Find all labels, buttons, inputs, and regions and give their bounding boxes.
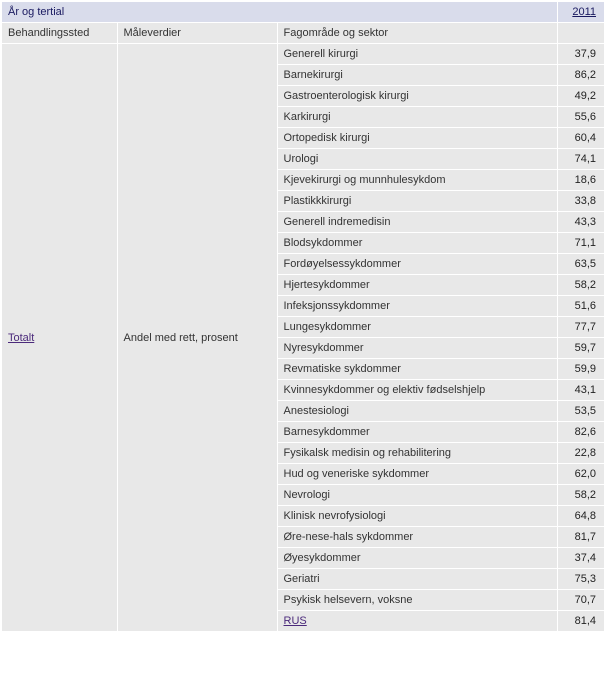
category-label: Barnesykdommer xyxy=(277,422,557,443)
value-cell: 81,4 xyxy=(557,611,604,633)
value-cell: 75,3 xyxy=(557,569,604,590)
category-label: Geriatri xyxy=(277,569,557,590)
value-cell: 82,6 xyxy=(557,422,604,443)
category-label: Anestesiologi xyxy=(277,401,557,422)
value-cell: 53,5 xyxy=(557,401,604,422)
value-cell: 64,8 xyxy=(557,506,604,527)
header-year-label: År og tertial xyxy=(1,1,557,23)
value-cell: 59,9 xyxy=(557,359,604,380)
category-label: Gastroenterologisk kirurgi xyxy=(277,86,557,107)
header-row-cols: Behandlingssted Måleverdier Fagområde og… xyxy=(1,23,604,44)
value-cell: 43,3 xyxy=(557,212,604,233)
category-label: Kvinnesykdommer og elektiv fødselshjelp xyxy=(277,380,557,401)
category-label: Blodsykdommer xyxy=(277,233,557,254)
category-label: Øyesykdommer xyxy=(277,548,557,569)
value-cell: 43,1 xyxy=(557,380,604,401)
col-header-maaleverdier: Måleverdier xyxy=(117,23,277,44)
category-label: Urologi xyxy=(277,149,557,170)
category-label: Hjertesykdommer xyxy=(277,275,557,296)
col-header-fagomraade: Fagområde og sektor xyxy=(277,23,557,44)
data-table: År og tertial 2011 Behandlingssted Målev… xyxy=(0,0,604,633)
category-label: Fysikalsk medisin og rehabilitering xyxy=(277,443,557,464)
category-label: Nevrologi xyxy=(277,485,557,506)
category-label: Generell indremedisin xyxy=(277,212,557,233)
value-cell: 74,1 xyxy=(557,149,604,170)
category-label[interactable]: RUS xyxy=(277,611,557,633)
value-cell: 37,4 xyxy=(557,548,604,569)
category-label: Karkirurgi xyxy=(277,107,557,128)
value-cell: 33,8 xyxy=(557,191,604,212)
value-cell: 37,9 xyxy=(557,44,604,65)
header-row-top: År og tertial 2011 xyxy=(1,1,604,23)
header-year-value[interactable]: 2011 xyxy=(557,1,604,23)
value-cell: 63,5 xyxy=(557,254,604,275)
value-cell: 71,1 xyxy=(557,233,604,254)
category-label: Barnekirurgi xyxy=(277,65,557,86)
col-header-behandlingssted: Behandlingssted xyxy=(1,23,117,44)
category-label: Hud og veneriske sykdommer xyxy=(277,464,557,485)
data-table-container: År og tertial 2011 Behandlingssted Målev… xyxy=(0,0,604,633)
category-label: Klinisk nevrofysiologi xyxy=(277,506,557,527)
col-header-value-blank xyxy=(557,23,604,44)
value-cell: 18,6 xyxy=(557,170,604,191)
value-cell: 58,2 xyxy=(557,485,604,506)
value-cell: 55,6 xyxy=(557,107,604,128)
value-cell: 77,7 xyxy=(557,317,604,338)
value-cell: 86,2 xyxy=(557,65,604,86)
category-label: Plastikkkirurgi xyxy=(277,191,557,212)
stub-behandlingssted[interactable]: Totalt xyxy=(1,44,117,633)
category-label: Nyresykdommer xyxy=(277,338,557,359)
category-label: Ortopedisk kirurgi xyxy=(277,128,557,149)
category-label: Fordøyelsessykdommer xyxy=(277,254,557,275)
value-cell: 81,7 xyxy=(557,527,604,548)
category-label: Øre-nese-hals sykdommer xyxy=(277,527,557,548)
category-label: Lungesykdommer xyxy=(277,317,557,338)
value-cell: 22,8 xyxy=(557,443,604,464)
category-label: Kjevekirurgi og munnhulesykdom xyxy=(277,170,557,191)
value-cell: 59,7 xyxy=(557,338,604,359)
value-cell: 58,2 xyxy=(557,275,604,296)
value-cell: 51,6 xyxy=(557,296,604,317)
value-cell: 62,0 xyxy=(557,464,604,485)
category-label: Revmatiske sykdommer xyxy=(277,359,557,380)
value-cell: 60,4 xyxy=(557,128,604,149)
stub-maaleverdier: Andel med rett, prosent xyxy=(117,44,277,633)
value-cell: 49,2 xyxy=(557,86,604,107)
category-label: Psykisk helsevern, voksne xyxy=(277,590,557,611)
value-cell: 70,7 xyxy=(557,590,604,611)
category-label: Generell kirurgi xyxy=(277,44,557,65)
table-row: TotaltAndel med rett, prosentGenerell ki… xyxy=(1,44,604,65)
category-label: Infeksjonssykdommer xyxy=(277,296,557,317)
